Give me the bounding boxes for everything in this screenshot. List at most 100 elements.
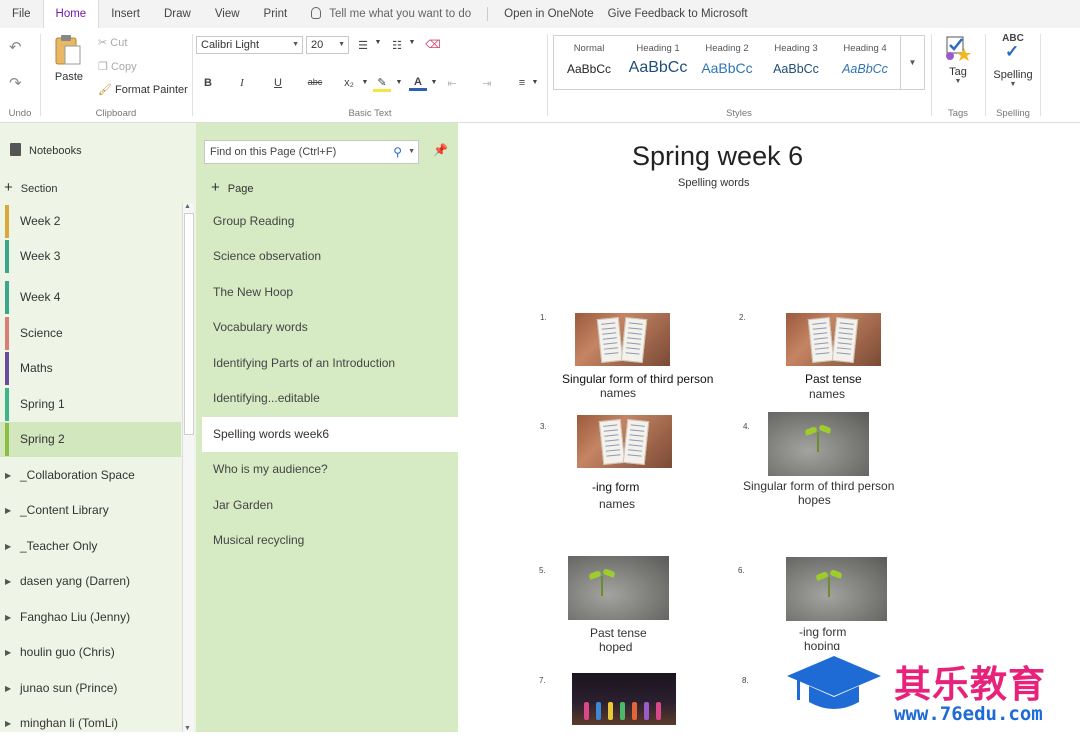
- add-section-button[interactable]: + Section: [4, 179, 57, 196]
- page-item-active[interactable]: Spelling words week6: [202, 417, 458, 452]
- tab-file[interactable]: File: [0, 0, 43, 28]
- item-word[interactable]: names: [599, 497, 635, 511]
- section-group-item[interactable]: ▶ _Teacher Only: [0, 529, 181, 564]
- tab-print[interactable]: Print: [252, 0, 300, 28]
- page-title[interactable]: Spring week 6: [632, 141, 803, 172]
- page-item[interactable]: Science observation: [202, 239, 458, 274]
- chevron-down-icon[interactable]: ▼: [403, 39, 421, 46]
- item-caption[interactable]: Past tense: [805, 372, 862, 386]
- item-caption[interactable]: -ing form: [799, 625, 846, 639]
- tab-home[interactable]: Home: [42, 0, 100, 29]
- item-caption[interactable]: Past tense: [590, 626, 647, 640]
- font-name-select[interactable]: Calibri Light ▼: [196, 36, 303, 54]
- pin-icon[interactable]: 📌: [433, 143, 448, 157]
- section-item[interactable]: Week 2: [0, 204, 181, 239]
- page-item[interactable]: Identifying...editable: [202, 381, 458, 416]
- item-word[interactable]: names: [809, 387, 845, 401]
- chevron-down-icon[interactable]: ▼: [369, 39, 387, 46]
- section-group-item[interactable]: ▶ _Content Library: [0, 493, 181, 528]
- book-image[interactable]: [575, 313, 670, 366]
- sections-scrollbar[interactable]: ▲ ▼: [182, 203, 194, 732]
- section-group-item[interactable]: ▶ junao sun (Prince): [0, 671, 181, 706]
- bold-button[interactable]: B: [199, 77, 217, 89]
- spelling-button[interactable]: ABC ✓ Spelling ▼: [991, 33, 1035, 88]
- scroll-thumb[interactable]: [184, 213, 194, 435]
- book-image[interactable]: [577, 415, 672, 468]
- add-page-button[interactable]: + Page: [211, 179, 253, 196]
- sprout-image[interactable]: [768, 412, 869, 476]
- redo-icon[interactable]: ↷: [9, 74, 22, 92]
- style-heading-4[interactable]: Heading 4 AaBbCc: [830, 36, 900, 76]
- tell-me-box[interactable]: Tell me what you want to do: [299, 0, 483, 28]
- sprout-image[interactable]: [568, 556, 669, 620]
- decrease-indent-icon[interactable]: ⇤: [443, 77, 461, 90]
- item-word[interactable]: names: [600, 386, 636, 400]
- page-subtitle[interactable]: Spelling words: [678, 177, 750, 189]
- item-caption[interactable]: Singular form of third person: [562, 372, 713, 386]
- strikethrough-button[interactable]: abc: [304, 77, 326, 87]
- section-group-item[interactable]: ▶ Fanghao Liu (Jenny): [0, 600, 181, 635]
- page-item[interactable]: Identifying Parts of an Introduction: [202, 346, 458, 381]
- font-size-select[interactable]: 20 ▼: [306, 36, 349, 54]
- chevron-down-icon[interactable]: ▼: [425, 79, 443, 86]
- section-group-item[interactable]: ▶ minghan li (TomLi): [0, 706, 181, 741]
- page-item[interactable]: Who is my audience?: [202, 452, 458, 487]
- style-normal[interactable]: Normal AaBbCc: [554, 36, 624, 76]
- section-item-active[interactable]: Spring 2: [0, 422, 181, 457]
- section-group-item[interactable]: ▶ dasen yang (Darren): [0, 564, 181, 599]
- increase-indent-icon[interactable]: ⇥: [478, 77, 496, 90]
- highlight-icon[interactable]: ✎: [373, 76, 391, 92]
- section-group-item[interactable]: ▶ houlin guo (Chris): [0, 635, 181, 670]
- scroll-up-icon[interactable]: ▲: [184, 203, 191, 210]
- dancers-image[interactable]: [572, 673, 676, 725]
- find-on-page-input[interactable]: Find on this Page (Ctrl+F) ⚲ ▼: [204, 140, 419, 164]
- item-word[interactable]: hoping: [804, 639, 840, 650]
- page-item[interactable]: Vocabulary words: [202, 310, 458, 345]
- item-word[interactable]: hoped: [599, 640, 632, 654]
- sprout-image[interactable]: [786, 557, 887, 621]
- chevron-down-icon[interactable]: ▼: [356, 79, 374, 86]
- underline-button[interactable]: U: [269, 77, 287, 89]
- item-caption[interactable]: Singular form of third person: [743, 479, 894, 493]
- feedback-link[interactable]: Give Feedback to Microsoft: [606, 0, 760, 28]
- undo-icon[interactable]: ↶: [9, 38, 22, 56]
- section-item[interactable]: Week 3: [0, 239, 181, 274]
- paste-button[interactable]: Paste: [53, 34, 85, 86]
- section-group-item[interactable]: ▶ _Collaboration Space: [0, 458, 181, 493]
- section-group-label: dasen yang (Darren): [20, 574, 131, 588]
- scroll-down-icon[interactable]: ▼: [184, 725, 191, 732]
- search-icon[interactable]: ⚲: [393, 141, 402, 163]
- page-canvas[interactable]: Spring week 6 Spelling words 1. Singular…: [458, 123, 1080, 732]
- page-item[interactable]: Jar Garden: [202, 488, 458, 523]
- page-item[interactable]: Musical recycling: [202, 523, 458, 558]
- format-painter-button[interactable]: 🖌 Format Painter: [98, 83, 188, 96]
- chevron-down-icon[interactable]: ▼: [408, 141, 415, 163]
- style-sample: AaBbCc: [701, 60, 753, 76]
- style-heading-1[interactable]: Heading 1 AaBbCc: [623, 36, 693, 77]
- section-item[interactable]: Science: [0, 316, 181, 351]
- book-image[interactable]: [786, 313, 881, 366]
- page-item[interactable]: The New Hoop: [202, 275, 458, 310]
- clear-formatting-icon[interactable]: ⌫: [424, 38, 442, 51]
- cut-button[interactable]: ✂ Cut: [98, 36, 127, 49]
- section-item[interactable]: Spring 1: [0, 387, 181, 422]
- tab-draw[interactable]: Draw: [152, 0, 203, 28]
- chevron-down-icon[interactable]: ▼: [390, 79, 408, 86]
- page-item[interactable]: Group Reading: [202, 204, 458, 239]
- section-item[interactable]: Week 4: [0, 280, 181, 315]
- styles-more-button[interactable]: ▼: [900, 36, 924, 89]
- item-caption[interactable]: -ing form: [592, 480, 639, 494]
- style-heading-2[interactable]: Heading 2 AaBbCc: [692, 36, 762, 76]
- tag-button[interactable]: Tag ▼: [941, 34, 975, 85]
- section-label: Week 3: [20, 249, 61, 263]
- notebooks-button[interactable]: Notebooks: [10, 143, 82, 157]
- italic-button[interactable]: I: [233, 77, 251, 89]
- tab-insert[interactable]: Insert: [99, 0, 152, 28]
- open-in-onenote-link[interactable]: Open in OneNote: [492, 0, 606, 28]
- style-heading-3[interactable]: Heading 3 AaBbCc: [761, 36, 831, 76]
- section-item[interactable]: Maths: [0, 351, 181, 386]
- copy-button[interactable]: ❐ Copy: [98, 60, 137, 73]
- tab-view[interactable]: View: [203, 0, 252, 28]
- item-word[interactable]: hopes: [798, 493, 831, 507]
- chevron-down-icon[interactable]: ▼: [526, 79, 544, 86]
